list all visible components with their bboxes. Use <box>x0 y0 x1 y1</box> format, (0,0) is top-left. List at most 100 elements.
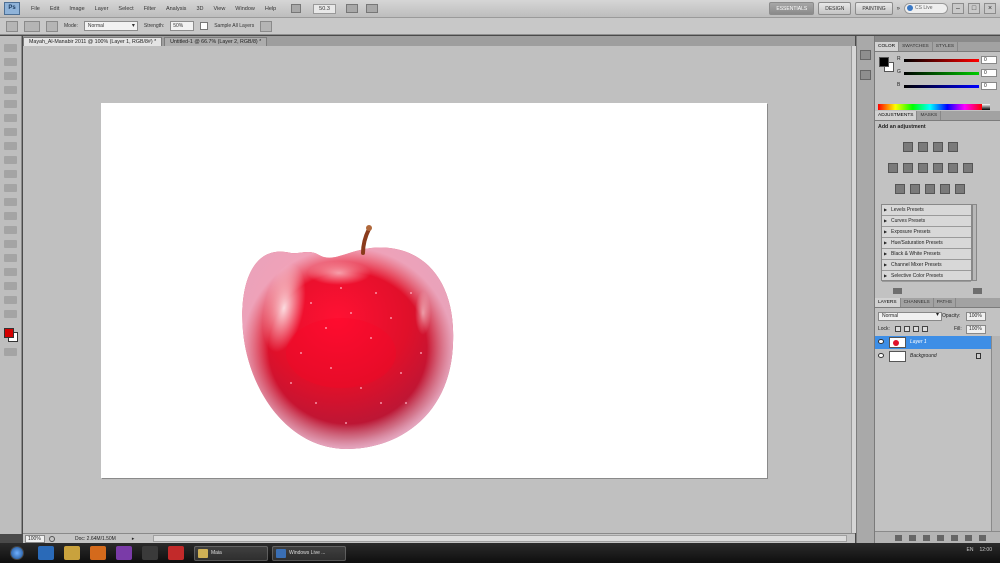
tab-masks[interactable]: MASKS <box>917 111 942 120</box>
posterize-icon[interactable] <box>910 184 920 194</box>
tab-swatches[interactable]: SWATCHES <box>899 42 933 51</box>
color-balance-icon[interactable] <box>918 163 928 173</box>
horizontal-scrollbar[interactable] <box>153 535 847 542</box>
app-icon-3[interactable] <box>168 546 184 560</box>
sample-all-layers-checkbox[interactable] <box>200 22 209 30</box>
workspace-essentials-button[interactable]: ESSENTIALS <box>769 2 815 15</box>
grayscale-ramp[interactable] <box>982 104 990 110</box>
hue-saturation-icon[interactable] <box>903 163 913 173</box>
document-tab-active[interactable]: Mayah_Al-Manabir 2011 @ 100% (Layer 1, R… <box>23 37 163 46</box>
new-group-icon[interactable] <box>951 535 958 541</box>
invert-icon[interactable] <box>895 184 905 194</box>
menu-file[interactable]: File <box>26 6 45 12</box>
move-tool-icon[interactable] <box>4 44 17 52</box>
document-canvas[interactable] <box>101 103 767 478</box>
layer-row-background[interactable]: Background <box>875 350 991 363</box>
gradient-map-icon[interactable] <box>940 184 950 194</box>
more-workspaces-icon[interactable]: » <box>897 6 900 12</box>
document-info[interactable]: Doc: 2.64M/1.50M <box>75 536 116 542</box>
taskbar-task-1[interactable]: Maia <box>194 545 268 561</box>
red-slider[interactable]: R 0 <box>897 56 997 65</box>
new-layer-icon[interactable] <box>965 535 972 541</box>
screen-mode-icon[interactable] <box>365 4 378 13</box>
dodge-tool-icon[interactable] <box>4 226 17 234</box>
clock[interactable]: 12:00 <box>979 547 992 553</box>
layer-name[interactable]: Layer 1 <box>910 339 927 345</box>
tab-channels[interactable]: CHANNELS <box>901 298 934 307</box>
menu-layer[interactable]: Layer <box>90 6 114 12</box>
menu-view[interactable]: View <box>208 6 230 12</box>
red-value[interactable]: 0 <box>981 56 997 64</box>
new-adjustment-layer-icon[interactable] <box>937 535 944 541</box>
adjustment-options-icon[interactable] <box>973 288 982 294</box>
blur-tool-icon[interactable] <box>4 212 17 220</box>
tab-adjustments[interactable]: ADJUSTMENTS <box>875 111 918 120</box>
visibility-eye-icon[interactable] <box>878 353 884 358</box>
preset-exposure[interactable]: Exposure Presets <box>882 227 971 238</box>
layer-row-layer-1[interactable]: Layer 1 <box>875 336 991 349</box>
clip-to-layer-icon[interactable] <box>893 288 902 294</box>
preset-channel-mixer[interactable]: Channel Mixer Presets <box>882 260 971 271</box>
vibrance-icon[interactable] <box>888 163 898 173</box>
color-foreground-swatch[interactable] <box>879 57 889 67</box>
fill-field[interactable]: 100% <box>966 325 986 334</box>
brush-picker-icon[interactable] <box>24 20 40 32</box>
brightness-contrast-icon[interactable] <box>903 142 913 152</box>
media-player-icon[interactable] <box>90 546 106 560</box>
layer-style-icon[interactable] <box>909 535 916 541</box>
blue-track[interactable] <box>904 85 979 88</box>
threshold-icon[interactable] <box>925 184 935 194</box>
quick-mask-icon[interactable] <box>4 348 17 356</box>
mode-select[interactable]: Normal <box>83 21 138 31</box>
history-brush-tool-icon[interactable] <box>4 170 17 178</box>
preset-selective-color[interactable]: Selective Color Presets <box>882 271 971 282</box>
red-track[interactable] <box>904 59 979 62</box>
language-indicator[interactable]: EN <box>967 547 974 553</box>
foreground-color-swatch[interactable] <box>4 328 14 338</box>
delete-layer-icon[interactable] <box>979 535 986 541</box>
opacity-field[interactable]: 100% <box>966 312 986 321</box>
black-white-icon[interactable] <box>933 163 943 173</box>
healing-brush-tool-icon[interactable] <box>4 128 17 136</box>
tab-layers[interactable]: LAYERS <box>875 298 901 307</box>
menu-3d[interactable]: 3D <box>191 6 208 12</box>
crop-tool-icon[interactable] <box>4 100 17 108</box>
eyedropper-tool-icon[interactable] <box>4 114 17 122</box>
gradient-tool-icon[interactable] <box>4 198 17 206</box>
shape-tool-icon[interactable] <box>4 282 17 290</box>
preset-black-white[interactable]: Black & White Presets <box>882 249 971 260</box>
green-slider[interactable]: G 0 <box>897 69 997 78</box>
photo-filter-icon[interactable] <box>948 163 958 173</box>
blend-mode-select[interactable]: Normal <box>878 312 942 321</box>
menu-window[interactable]: Window <box>230 6 260 12</box>
green-track[interactable] <box>904 72 979 75</box>
status-menu-arrow-icon[interactable]: ▸ <box>132 536 135 542</box>
menu-filter[interactable]: Filter <box>139 6 161 12</box>
brush-panel-icon[interactable] <box>46 20 58 32</box>
preset-hue-saturation[interactable]: Hue/Saturation Presets <box>882 238 971 249</box>
pen-tool-icon[interactable] <box>4 240 17 248</box>
document-tab-untitled[interactable]: Untitled-1 @ 66.7% (Layer 2, RGB/8) * <box>164 37 268 46</box>
3d-rotate-tool-icon[interactable] <box>4 296 17 304</box>
bridge-icon[interactable] <box>291 4 302 13</box>
close-icon[interactable]: × <box>984 3 996 14</box>
workspace-design-button[interactable]: DESIGN <box>818 2 852 15</box>
menu-analysis[interactable]: Analysis <box>161 6 191 12</box>
levels-icon[interactable] <box>918 142 928 152</box>
brush-tool-icon[interactable] <box>4 142 17 150</box>
arrange-documents-icon[interactable] <box>345 4 358 13</box>
path-selection-tool-icon[interactable] <box>4 268 17 276</box>
blue-slider[interactable]: B 0 <box>897 82 997 91</box>
ie-icon[interactable] <box>38 546 54 560</box>
menu-edit[interactable]: Edit <box>45 6 64 12</box>
maximize-icon[interactable]: □ <box>968 3 980 14</box>
color-spectrum-ramp[interactable] <box>878 104 982 110</box>
visibility-eye-icon[interactable] <box>878 339 884 344</box>
green-value[interactable]: 0 <box>981 69 997 77</box>
curves-icon[interactable] <box>933 142 943 152</box>
preset-levels[interactable]: Levels Presets <box>882 205 971 216</box>
lock-position-icon[interactable] <box>913 326 919 332</box>
hand-tool-icon[interactable] <box>4 310 17 318</box>
blue-value[interactable]: 0 <box>981 82 997 90</box>
history-panel-icon[interactable] <box>860 50 871 60</box>
